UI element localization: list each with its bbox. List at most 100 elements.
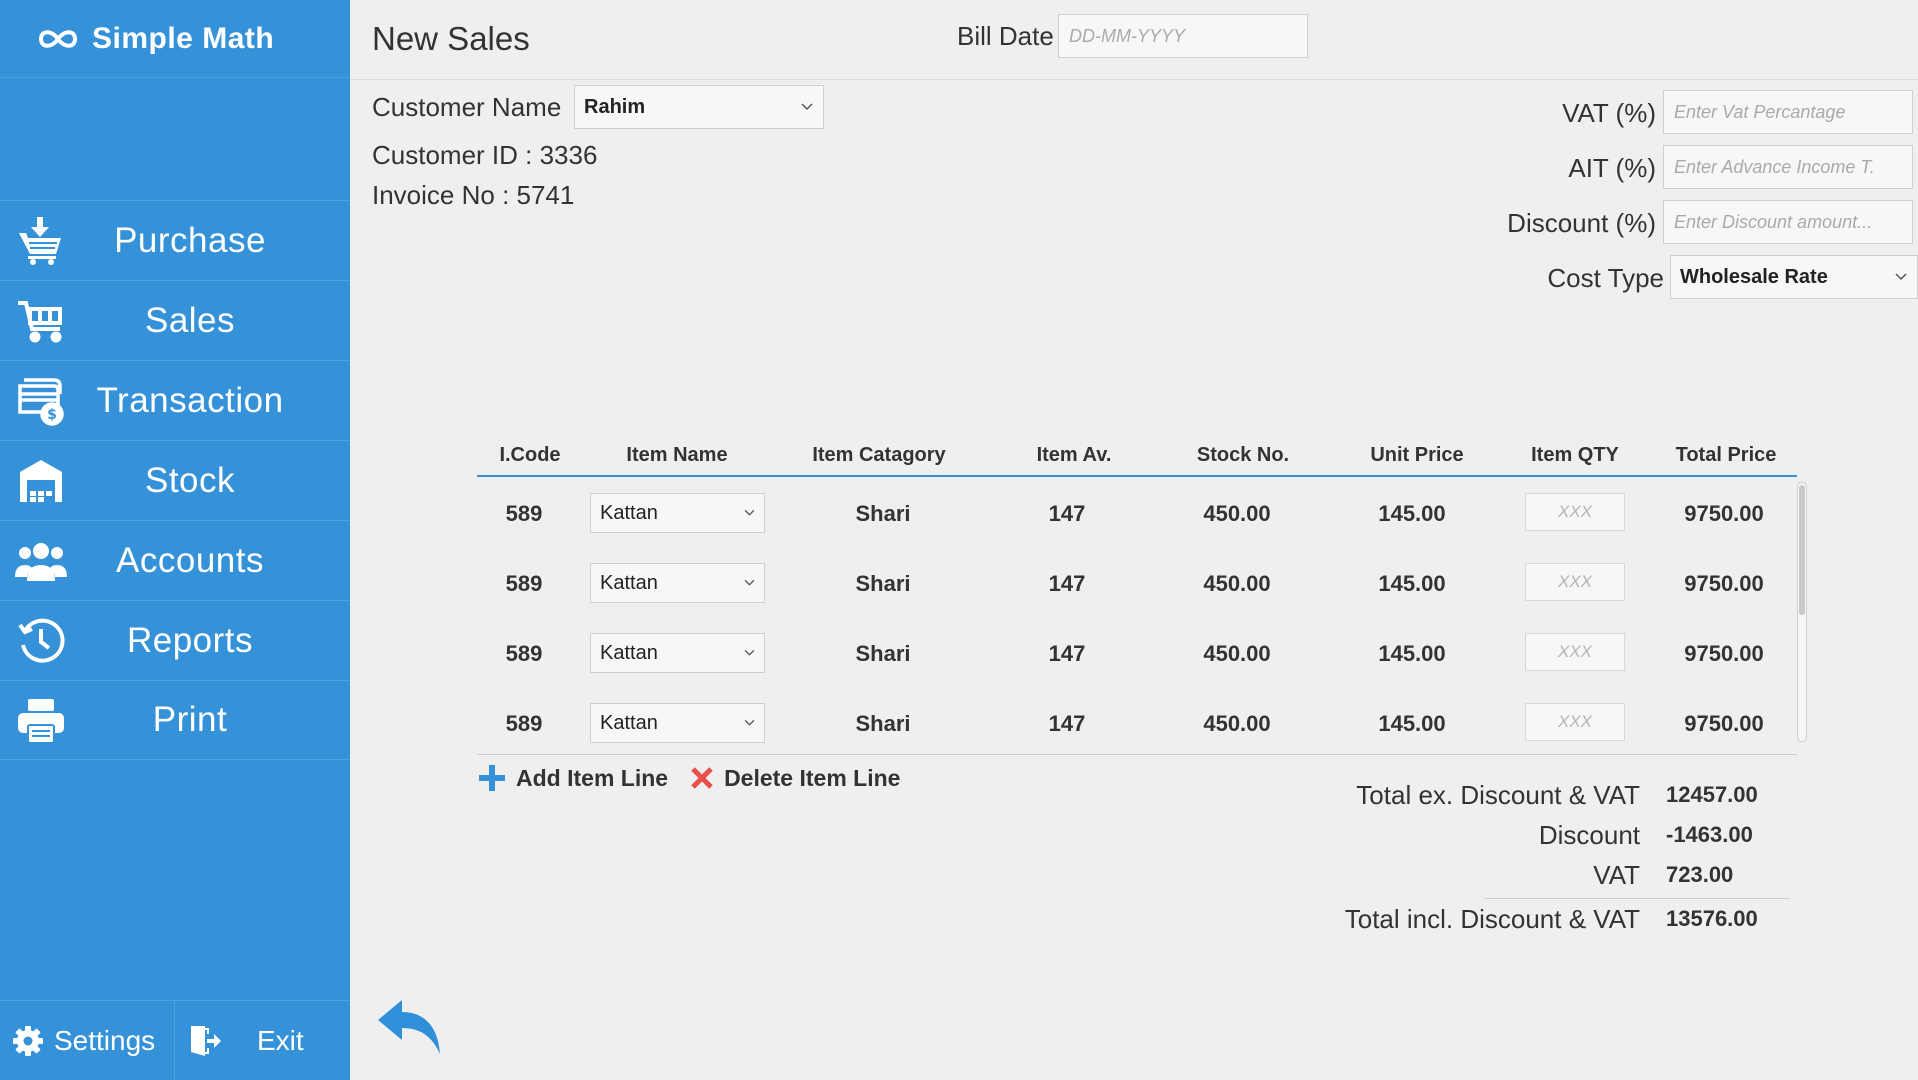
column-header: Item Name (626, 444, 728, 466)
exit-button[interactable]: Exit (175, 1001, 350, 1080)
unit-price: 145.00 (1378, 641, 1446, 666)
sidebar-item-stock[interactable]: Stock (0, 440, 350, 520)
item-name-value: Kattan (600, 641, 658, 664)
cart-icon (14, 295, 68, 347)
table-scrollbar[interactable] (1797, 482, 1807, 742)
app-brand: Simple Math (0, 0, 350, 78)
users-icon (14, 535, 68, 587)
total-price: 9750.00 (1684, 501, 1764, 526)
exit-door-icon (189, 1024, 221, 1058)
scrollbar-thumb[interactable] (1799, 485, 1805, 615)
item-code: 589 (505, 641, 543, 666)
totals-summary: Total ex. Discount & VAT 12457.00 Discou… (1300, 776, 1800, 940)
stock-number: 450.00 (1203, 501, 1271, 526)
discount-total-value: -1463.00 (1666, 822, 1753, 847)
invoice-number: Invoice No : 5741 (372, 180, 575, 210)
item-category: Shari (855, 571, 911, 596)
item-code: 589 (505, 501, 543, 526)
customer-name-label: Customer Name (372, 92, 562, 122)
sidebar-item-transaction[interactable]: $ Transaction (0, 360, 350, 440)
item-name-select[interactable]: Kattan (590, 703, 765, 743)
total-ex-value: 12457.00 (1666, 782, 1758, 807)
chevron-down-icon (744, 579, 755, 587)
bill-date-input[interactable] (1058, 14, 1308, 58)
item-available: 147 (1048, 711, 1086, 736)
infinity-logo-icon (38, 28, 78, 50)
customer-name-select[interactable]: Rahim (574, 85, 824, 129)
item-available: 147 (1048, 571, 1086, 596)
column-header: Item Av. (1036, 444, 1112, 466)
cost-type-value: Wholesale Rate (1680, 265, 1828, 288)
chevron-down-icon (744, 509, 755, 517)
sidebar-item-sales[interactable]: Sales (0, 280, 350, 360)
item-name-value: Kattan (600, 711, 658, 734)
total-ex-label: Total ex. Discount & VAT (1356, 780, 1640, 810)
settings-button[interactable]: Settings (0, 1001, 175, 1080)
item-code: 589 (505, 711, 543, 736)
printer-icon (14, 695, 68, 747)
add-item-line-button[interactable]: Add Item Line (478, 764, 668, 792)
table-header: I.Code Item Name Item Catagory Item Av. … (477, 440, 1797, 477)
column-header: Total Price (1675, 444, 1777, 466)
bill-date-label: Bill Date (957, 21, 1054, 51)
ait-label: AIT (%) (1568, 153, 1656, 183)
total-incl-row: Total incl. Discount & VAT 13576.00 (1300, 900, 1800, 940)
item-line-actions: Add Item Line Delete Item Line (478, 764, 900, 792)
add-item-line-label: Add Item Line (516, 764, 669, 791)
item-category: Shari (855, 501, 911, 526)
unit-price: 145.00 (1378, 571, 1446, 596)
sidebar-item-accounts[interactable]: Accounts (0, 520, 350, 600)
item-qty-input[interactable] (1525, 493, 1625, 531)
discount-label: Discount (%) (1507, 208, 1656, 238)
sales-items-table: I.Code Item Name Item Catagory Item Av. … (477, 440, 1807, 755)
back-arrow-icon (376, 998, 442, 1056)
item-qty-input[interactable] (1525, 703, 1625, 741)
exit-label: Exit (257, 1025, 304, 1056)
item-name-value: Kattan (600, 501, 658, 524)
money-transaction-icon: $ (14, 375, 68, 427)
vat-row: VAT 723.00 (1300, 856, 1800, 896)
cart-add-icon (14, 215, 68, 267)
item-available: 147 (1048, 641, 1086, 666)
back-button[interactable] (376, 998, 442, 1056)
chevron-down-icon (744, 649, 755, 657)
total-incl-label: Total incl. Discount & VAT (1344, 904, 1640, 934)
item-name-select[interactable]: Kattan (590, 633, 765, 673)
table-row: 589 Kattan Shari 147 450.00 145.00 9750.… (477, 483, 1797, 543)
total-ex-row: Total ex. Discount & VAT 12457.00 (1300, 776, 1800, 816)
item-name-select[interactable]: Kattan (590, 563, 765, 603)
table-row: 589 Kattan Shari 147 450.00 145.00 9750.… (477, 693, 1797, 753)
sidebar-item-reports[interactable]: Reports (0, 600, 350, 680)
vat-input[interactable] (1663, 90, 1913, 134)
column-header: Unit Price (1370, 444, 1464, 466)
close-icon (690, 766, 714, 790)
settings-label: Settings (54, 1025, 156, 1056)
column-header: Stock No. (1196, 444, 1290, 466)
total-price: 9750.00 (1684, 711, 1764, 736)
totals-divider (1484, 898, 1790, 899)
discount-input[interactable] (1663, 200, 1913, 244)
delete-item-line-button[interactable]: Delete Item Line (690, 765, 900, 792)
vat-total-value: 723.00 (1666, 862, 1734, 887)
item-qty-input[interactable] (1525, 633, 1625, 671)
stock-number: 450.00 (1203, 641, 1271, 666)
item-qty-input[interactable] (1525, 563, 1625, 601)
stock-number: 450.00 (1203, 571, 1271, 596)
column-header: Item Catagory (812, 444, 946, 466)
gear-icon (12, 1025, 44, 1057)
app-name: Simple Math (92, 21, 275, 55)
discount-total-label: Discount (1538, 820, 1640, 850)
sidebar-item-print[interactable]: Print (0, 680, 350, 760)
warehouse-icon (14, 455, 68, 507)
item-name-select[interactable]: Kattan (590, 493, 765, 533)
chevron-down-icon (1895, 273, 1907, 281)
customer-name-value: Rahim (584, 95, 646, 118)
delete-item-line-label: Delete Item Line (724, 764, 901, 791)
ait-input[interactable] (1663, 145, 1913, 189)
sidebar-item-purchase[interactable]: Purchase (0, 200, 350, 280)
discount-row: Discount -1463.00 (1300, 816, 1800, 856)
cost-type-select[interactable]: Wholesale Rate (1670, 255, 1918, 299)
total-incl-value: 13576.00 (1666, 906, 1758, 931)
column-header: Item QTY (1531, 444, 1619, 466)
stock-number: 450.00 (1203, 711, 1271, 736)
